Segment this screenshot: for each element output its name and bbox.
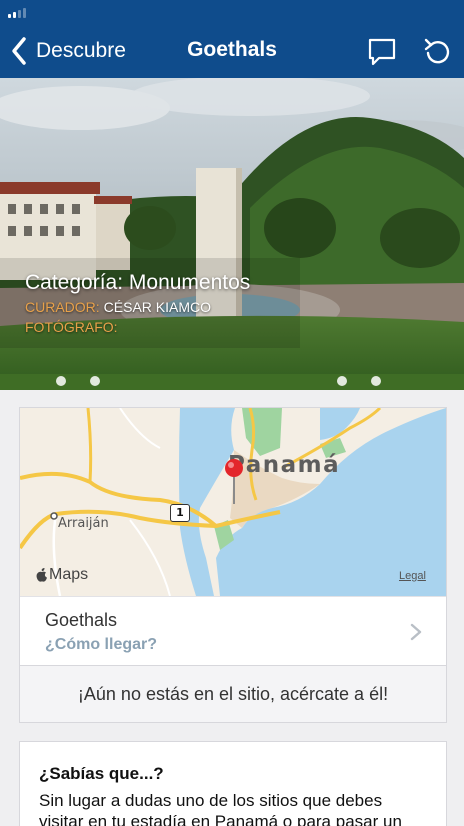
curator-value: CÉSAR KIAMCO	[103, 299, 212, 315]
photographer-row: FOTÓGRAFO:	[25, 319, 250, 335]
carousel-page-indicator	[0, 376, 464, 388]
carousel-dot[interactable]	[90, 376, 100, 386]
back-button-label: Descubre	[36, 39, 126, 62]
chevron-left-icon	[12, 37, 26, 65]
carousel-dot[interactable]	[337, 376, 347, 386]
curator-key: CURADOR:	[25, 299, 100, 315]
map-view[interactable]: Panamá Arraiján 1 Maps Legal	[20, 408, 446, 596]
place-name: Goethals	[45, 610, 118, 630]
location-pin-icon[interactable]	[223, 458, 245, 506]
signal-strength-icon	[8, 6, 26, 18]
did-you-know-title: ¿Sabías que...?	[39, 764, 164, 783]
chevron-right-icon	[410, 623, 422, 641]
location-card: Panamá Arraiján 1 Maps Legal Goethals ¿C…	[19, 407, 447, 723]
proximity-message: ¡Aún no estás en el sitio, acércate a él…	[20, 666, 446, 722]
navigation-bar: Descubre Goethals	[0, 0, 464, 78]
photographer-key: FOTÓGRAFO:	[25, 319, 118, 335]
refresh-icon[interactable]	[422, 36, 454, 68]
comment-icon[interactable]	[366, 36, 398, 68]
category-label: Categoría: Monumentos	[25, 271, 251, 294]
directions-row[interactable]: Goethals ¿Cómo llegar?	[20, 596, 446, 666]
hero-image-carousel[interactable]: Categoría: Monumentos CURADOR: CÉSAR KIAM…	[0, 78, 464, 390]
hero-caption: Categoría: Monumentos CURADOR: CÉSAR KIAM…	[25, 271, 250, 335]
maps-brand-label: Maps	[49, 566, 89, 583]
back-button[interactable]: Descubre	[10, 34, 126, 68]
apple-logo-icon	[36, 568, 47, 582]
carousel-dot[interactable]	[56, 376, 66, 386]
map-legal-link[interactable]: Legal	[399, 570, 426, 582]
monument-photo	[0, 78, 464, 390]
map-town-label: Arraiján	[58, 516, 109, 531]
road-number-badge: 1	[170, 504, 190, 522]
curator-row: CURADOR: CÉSAR KIAMCO	[25, 299, 250, 315]
did-you-know-card: ¿Sabías que...? Sin lugar a dudas uno de…	[19, 741, 447, 826]
maps-logo: Maps	[36, 566, 88, 584]
carousel-dot[interactable]	[371, 376, 381, 386]
did-you-know-body: Sin lugar a dudas uno de los sitios que …	[39, 791, 402, 826]
directions-link[interactable]: ¿Cómo llegar?	[45, 636, 157, 654]
